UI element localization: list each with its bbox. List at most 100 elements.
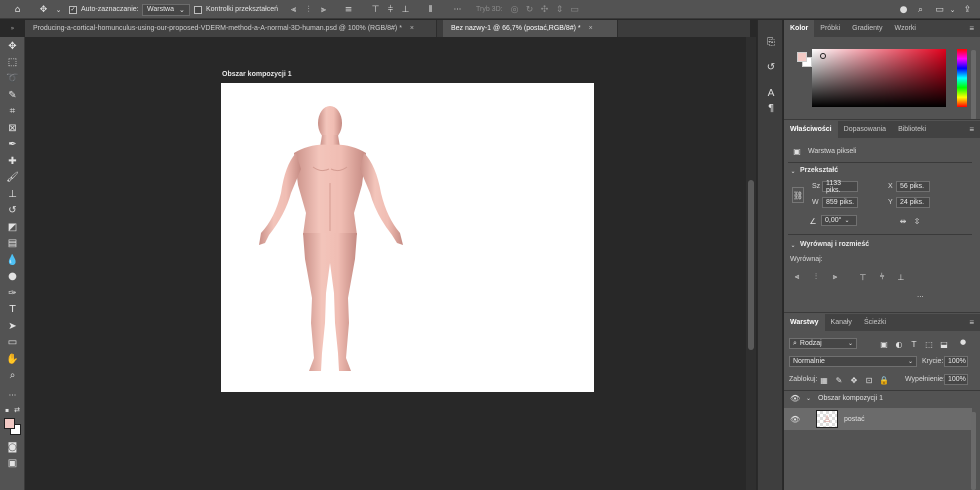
- tab-properties[interactable]: Właściwości: [784, 121, 838, 138]
- tab-adjustments[interactable]: Dopasowania: [838, 121, 892, 138]
- tab-document-2[interactable]: Bez nazwy-1 @ 66,7% (postać,RGB/8#) * ×: [443, 20, 618, 37]
- healing-brush-icon[interactable]: ✚: [5, 154, 20, 168]
- visibility-eye-icon[interactable]: 👁: [790, 415, 800, 424]
- layer-row-artboard[interactable]: 👁 ⌄ Obszar kompozycji 1: [784, 388, 972, 408]
- clone-stamp-icon[interactable]: ⊥: [5, 187, 20, 201]
- distribute-vertical-icon[interactable]: ≡: [343, 4, 354, 15]
- flip-vertical-icon[interactable]: ⇳: [912, 216, 922, 226]
- panel-menu-icon[interactable]: ≡: [969, 314, 980, 331]
- screen-mode-icon[interactable]: ▣: [5, 456, 20, 470]
- chevron-down-icon[interactable]: ⌄: [788, 240, 798, 250]
- y-field[interactable]: 24 piks.: [896, 197, 930, 208]
- eyedropper-icon[interactable]: ✒: [5, 137, 20, 151]
- angle-field[interactable]: 0,00° ⌄: [821, 215, 857, 226]
- panel-menu-icon[interactable]: ≡: [969, 121, 980, 138]
- eraser-icon[interactable]: ◩: [5, 220, 20, 234]
- rectangular-marquee-icon[interactable]: ⬚: [5, 55, 20, 69]
- align-left-icon[interactable]: ⫷: [288, 4, 299, 15]
- tool-preset-chevron-icon[interactable]: ⌄: [53, 4, 64, 15]
- lock-position-icon[interactable]: ✥: [849, 375, 859, 385]
- quick-mask-icon[interactable]: ◙: [5, 440, 20, 454]
- path-selection-icon[interactable]: ➤: [5, 319, 20, 333]
- hue-slider[interactable]: [957, 49, 967, 107]
- swap-colors-icon[interactable]: ⇄: [5, 403, 20, 417]
- tab-libraries[interactable]: Biblioteki: [892, 121, 932, 138]
- history-icon[interactable]: ↺: [764, 60, 778, 74]
- filter-pixel-icon[interactable]: ▣: [879, 339, 889, 349]
- align-right-icon[interactable]: ⫸: [318, 4, 329, 15]
- layer-filter-dropdown[interactable]: ⌕ Rodzaj ⌄: [789, 338, 857, 349]
- layer-row-postac[interactable]: 👁 ♙ postać: [784, 408, 972, 430]
- blur-icon[interactable]: 💧: [5, 253, 20, 267]
- pen-icon[interactable]: ✑: [5, 286, 20, 300]
- flip-horizontal-icon[interactable]: ⇹: [898, 216, 908, 226]
- width-field[interactable]: 1133 piks.: [822, 180, 858, 194]
- height-field[interactable]: 859 piks.: [822, 197, 858, 208]
- more-options-icon[interactable]: ···: [452, 4, 463, 15]
- blend-mode-dropdown[interactable]: Normalnie ⌄: [789, 356, 917, 367]
- collapse-icon[interactable]: »: [5, 21, 20, 35]
- artboard[interactable]: [221, 83, 594, 392]
- tab-swatches[interactable]: Próbki: [814, 20, 846, 37]
- tab-document-1[interactable]: Producing-a-cortical-homunculus-using-ou…: [25, 20, 437, 37]
- align-right-icon[interactable]: ⫸: [830, 272, 840, 282]
- lock-all-icon[interactable]: 🔒: [879, 375, 889, 385]
- tab-color[interactable]: Kolor: [784, 20, 815, 37]
- auto-select-checkbox[interactable]: ✓ Auto-zaznaczanie:: [69, 3, 139, 16]
- align-vcenter-icon[interactable]: ⫩: [877, 272, 887, 282]
- lock-transparency-icon[interactable]: ▦: [819, 375, 829, 385]
- align-hcenter-icon[interactable]: ⫶: [811, 272, 821, 282]
- chevron-down-icon[interactable]: ⌄: [788, 166, 798, 176]
- align-hcenter-icon[interactable]: ⫶: [303, 4, 314, 15]
- canvas-scroll-thumb[interactable]: [748, 180, 754, 350]
- color-panel-scrollbar[interactable]: [971, 50, 976, 120]
- link-dimensions-icon[interactable]: ⛓: [792, 187, 804, 203]
- search-icon[interactable]: ⌕: [915, 4, 926, 15]
- type-icon[interactable]: T: [5, 302, 20, 316]
- filter-shape-icon[interactable]: ⬚: [924, 339, 934, 349]
- dodge-icon[interactable]: ●: [5, 269, 20, 283]
- opacity-field[interactable]: 100%: [944, 356, 968, 367]
- align-top-icon[interactable]: ⊤: [858, 272, 868, 282]
- panel-menu-icon[interactable]: ≡: [969, 20, 980, 37]
- foreground-color-swatch[interactable]: [797, 52, 807, 62]
- lasso-icon[interactable]: ➰: [5, 71, 20, 85]
- lock-artboard-icon[interactable]: ⊡: [864, 375, 874, 385]
- chevron-down-icon[interactable]: ⌄: [806, 395, 811, 402]
- hand-icon[interactable]: ✋: [5, 352, 20, 366]
- rectangle-shape-icon[interactable]: ▭: [5, 335, 20, 349]
- tab-patterns[interactable]: Wzorki: [888, 20, 921, 37]
- tab-layers[interactable]: Warstwy: [784, 314, 825, 331]
- tab-paths[interactable]: Ścieżki: [858, 314, 892, 331]
- filter-toggle-icon[interactable]: ●: [958, 337, 968, 347]
- filter-type-icon[interactable]: T: [909, 339, 919, 349]
- zoom-icon[interactable]: ⌕: [5, 368, 20, 382]
- account-icon[interactable]: ●: [898, 4, 909, 15]
- workspace-chevron-icon[interactable]: ⌄: [947, 4, 958, 15]
- auto-select-target-dropdown[interactable]: Warstwa ⌄: [142, 3, 190, 16]
- crop-icon[interactable]: ⌗: [5, 104, 20, 118]
- libraries-icon[interactable]: ⎘: [764, 35, 778, 49]
- align-bottom-icon[interactable]: ⊥: [400, 4, 411, 15]
- more-options-button[interactable]: ...: [917, 290, 924, 299]
- fill-field[interactable]: 100%: [944, 374, 968, 385]
- home-icon[interactable]: ⌂: [12, 4, 23, 15]
- align-left-icon[interactable]: ⫷: [792, 272, 802, 282]
- frame-icon[interactable]: ⊠: [5, 121, 20, 135]
- character-icon[interactable]: A: [764, 86, 778, 100]
- filter-smart-object-icon[interactable]: ⬓: [939, 339, 949, 349]
- workspace-icon[interactable]: ▭: [934, 4, 945, 15]
- history-brush-icon[interactable]: ↺: [5, 203, 20, 217]
- paragraph-icon[interactable]: ¶: [764, 101, 778, 115]
- gradient-icon[interactable]: ▤: [5, 236, 20, 250]
- edit-toolbar-icon[interactable]: ···: [5, 388, 20, 402]
- align-top-icon[interactable]: ⊤: [370, 4, 381, 15]
- distribute-horizontal-icon[interactable]: ⦀: [425, 4, 436, 15]
- artboard-title[interactable]: Obszar kompozycji 1: [222, 71, 292, 78]
- color-picker-cursor[interactable]: [820, 53, 826, 59]
- tab-channels[interactable]: Kanały: [825, 314, 858, 331]
- close-icon[interactable]: ×: [410, 25, 414, 32]
- transform-controls-checkbox[interactable]: Kontrolki przekształceń: [194, 3, 278, 16]
- color-field[interactable]: [812, 49, 946, 107]
- align-bottom-icon[interactable]: ⊥: [896, 272, 906, 282]
